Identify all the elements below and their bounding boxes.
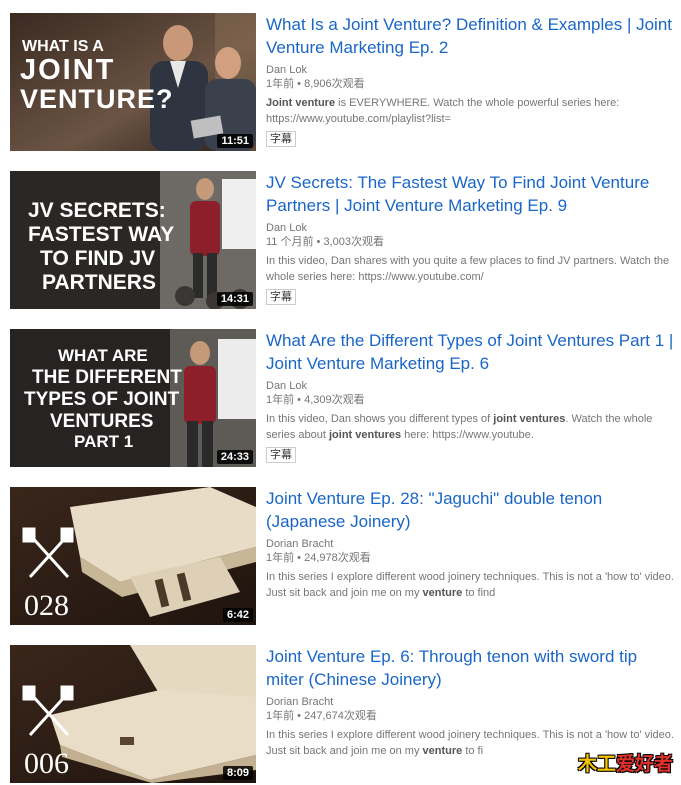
video-thumbnail[interactable]: WHAT ARE THE DIFFERENT TYPES OF JOINT VE… xyxy=(10,329,256,467)
site-watermark: 木工爱好者 xyxy=(577,754,673,775)
subtitles-badge: 字幕 xyxy=(266,289,296,305)
thumbnail-text: WHAT IS A xyxy=(22,38,104,55)
video-title-link[interactable]: What Are the Different Types of Joint Ve… xyxy=(266,329,676,375)
video-description: In this series I explore different wood … xyxy=(266,569,676,601)
thumbnail-text: TO FIND JV xyxy=(40,247,155,270)
channel-link[interactable]: Dorian Bracht xyxy=(266,537,676,551)
desc-highlight: joint ventures xyxy=(328,429,402,441)
desc-highlight: Joint venture xyxy=(266,97,336,109)
video-thumbnail[interactable]: JV SECRETS: FASTEST WAY TO FIND JV PARTN… xyxy=(10,171,256,309)
video-thumbnail[interactable]: WHAT IS A JOINT VENTURE? 11:51 xyxy=(10,13,256,151)
channel-link[interactable]: Dorian Bracht xyxy=(266,695,676,709)
desc-highlight: venture xyxy=(422,745,463,757)
video-meta: 11 个月前 • 3,003次观看 xyxy=(266,236,384,248)
video-description: In this video, Dan shares with you quite… xyxy=(266,253,676,285)
video-meta: 1年前 • 4,309次观看 xyxy=(266,394,365,406)
thumbnail-text: FASTEST WAY xyxy=(28,223,174,246)
duration-badge: 14:31 xyxy=(216,292,253,306)
video-thumbnail[interactable]: 006 8:09 xyxy=(10,645,256,783)
video-description: Joint venture is EVERYWHERE. Watch the w… xyxy=(266,95,676,127)
video-meta: 1年前 • 247,674次观看 xyxy=(266,710,377,722)
thumbnail-text: PART 1 xyxy=(74,432,133,451)
thumbnail-text: JOINT xyxy=(20,54,115,86)
desc-highlight: venture xyxy=(422,587,463,599)
desc-text: here: https://www.youtube. xyxy=(401,429,534,441)
duration-badge: 8:09 xyxy=(222,766,253,780)
episode-number: 006 xyxy=(24,747,69,780)
channel-link[interactable]: Dan Lok xyxy=(266,379,676,393)
duration-badge: 11:51 xyxy=(217,134,253,148)
thumbnail-text: WHAT ARE xyxy=(58,346,148,365)
video-title-link[interactable]: Joint Venture Ep. 6: Through tenon with … xyxy=(266,645,676,691)
desc-text: to fi xyxy=(462,745,484,757)
desc-text: In this video, Dan shares with you quite… xyxy=(266,255,670,283)
desc-highlight: joint ventures xyxy=(493,413,566,425)
thumbnail-text: THE DIFFERENT xyxy=(32,367,182,388)
video-title-link[interactable]: Joint Venture Ep. 28: "Jaguchi" double t… xyxy=(266,487,676,533)
channel-link[interactable]: Dan Lok xyxy=(266,63,676,77)
video-title-link[interactable]: What Is a Joint Venture? Definition & Ex… xyxy=(266,13,676,59)
desc-text: In this video, Dan shows you different t… xyxy=(266,413,494,425)
episode-number: 028 xyxy=(24,589,69,622)
video-result[interactable]: WHAT IS A JOINT VENTURE? 11:51 What Is a… xyxy=(10,13,675,153)
channel-link[interactable]: Dan Lok xyxy=(266,221,676,235)
duration-badge: 6:42 xyxy=(222,608,253,622)
video-result[interactable]: 006 8:09 Joint Venture Ep. 6: Through te… xyxy=(10,645,675,785)
thumbnail-text: PARTNERS xyxy=(42,271,156,294)
subtitles-badge: 字幕 xyxy=(266,131,296,147)
video-result[interactable]: JV SECRETS: FASTEST WAY TO FIND JV PARTN… xyxy=(10,171,675,311)
thumbnail-text: VENTURES xyxy=(50,411,153,432)
video-description: In this video, Dan shows you different t… xyxy=(266,411,676,443)
video-meta: 1年前 • 8,906次观看 xyxy=(266,78,365,90)
subtitles-badge: 字幕 xyxy=(266,447,296,463)
desc-text: to find xyxy=(462,587,496,599)
thumbnail-text: JV SECRETS: xyxy=(28,199,166,222)
video-meta: 1年前 • 24,978次观看 xyxy=(266,552,371,564)
thumbnail-text: TYPES OF JOINT xyxy=(24,389,180,410)
thumbnail-text: VENTURE? xyxy=(20,84,174,114)
duration-badge: 24:33 xyxy=(216,450,253,464)
video-result[interactable]: 028 6:42 Joint Venture Ep. 28: "Jaguchi"… xyxy=(10,487,675,627)
video-title-link[interactable]: JV Secrets: The Fastest Way To Find Join… xyxy=(266,171,676,217)
video-thumbnail[interactable]: 028 6:42 xyxy=(10,487,256,625)
video-result[interactable]: WHAT ARE THE DIFFERENT TYPES OF JOINT VE… xyxy=(10,329,675,469)
